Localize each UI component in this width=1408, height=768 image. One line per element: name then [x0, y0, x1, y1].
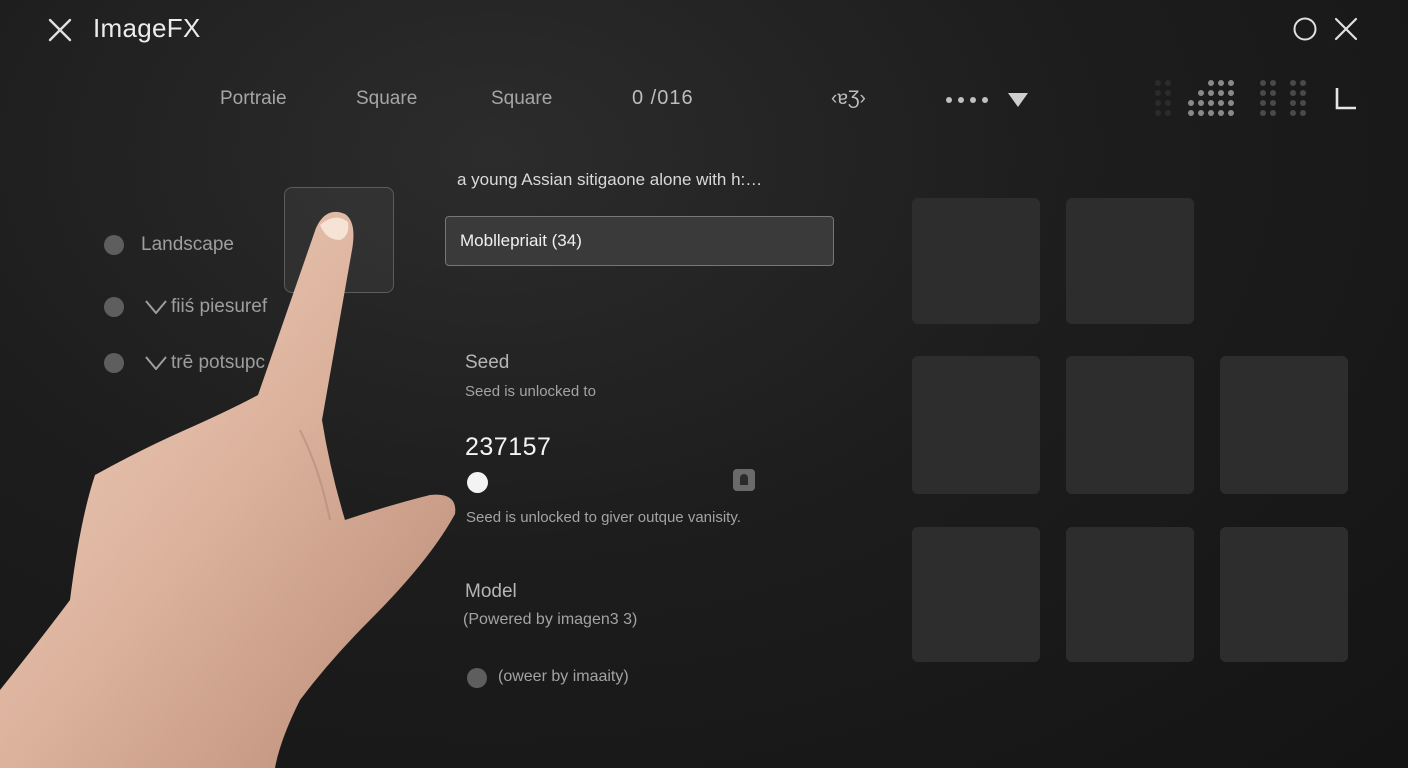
- image-tile[interactable]: [1220, 356, 1348, 494]
- model-subtitle: (Powered by imagen3 3): [463, 611, 638, 628]
- image-tile[interactable]: [912, 198, 1040, 324]
- grid-dim-icon[interactable]: [1260, 80, 1306, 116]
- image-tile[interactable]: [1220, 527, 1348, 662]
- model-radio[interactable]: [467, 668, 487, 688]
- prompt-text[interactable]: a young Assian sitigaone alone with h:…: [457, 170, 762, 190]
- window-close-icon[interactable]: [1334, 17, 1358, 41]
- image-tile[interactable]: [1066, 356, 1194, 494]
- aspect-ratio-field[interactable]: Mobllepriait (34): [445, 216, 834, 266]
- corner-icon[interactable]: [1332, 86, 1358, 112]
- pointing-hand-image: [0, 211, 456, 768]
- tab-square-2[interactable]: Square: [491, 88, 552, 110]
- caret-down-icon[interactable]: [1007, 92, 1029, 108]
- image-tile[interactable]: [912, 527, 1040, 662]
- seed-value[interactable]: 237157: [465, 433, 551, 462]
- grid-small-icon[interactable]: [1155, 80, 1171, 116]
- tab-portrait[interactable]: Portraie: [220, 88, 287, 110]
- image-counter: 0 /016: [632, 87, 694, 109]
- model-title: Model: [465, 581, 517, 602]
- image-tile[interactable]: [1066, 198, 1194, 324]
- seed-hint: Seed is unlocked to giver outque vanisit…: [466, 509, 741, 526]
- seed-slider-handle[interactable]: [467, 472, 488, 493]
- more-options-icon[interactable]: [946, 97, 988, 103]
- image-tile[interactable]: [912, 356, 1040, 494]
- code-button[interactable]: ‹ɐƷ›: [831, 88, 866, 110]
- image-tile[interactable]: [1066, 527, 1194, 662]
- seed-subtitle: Seed is unlocked to: [465, 383, 596, 400]
- seed-title: Seed: [465, 352, 510, 373]
- lock-icon[interactable]: [732, 468, 756, 492]
- model-option-label: (oweer by imaaity): [498, 668, 629, 685]
- tab-square[interactable]: Square: [356, 88, 417, 110]
- close-icon[interactable]: [46, 16, 74, 44]
- app-title: ImageFX: [93, 13, 201, 43]
- circle-icon[interactable]: [1293, 17, 1317, 41]
- grid-icon[interactable]: [1188, 80, 1234, 116]
